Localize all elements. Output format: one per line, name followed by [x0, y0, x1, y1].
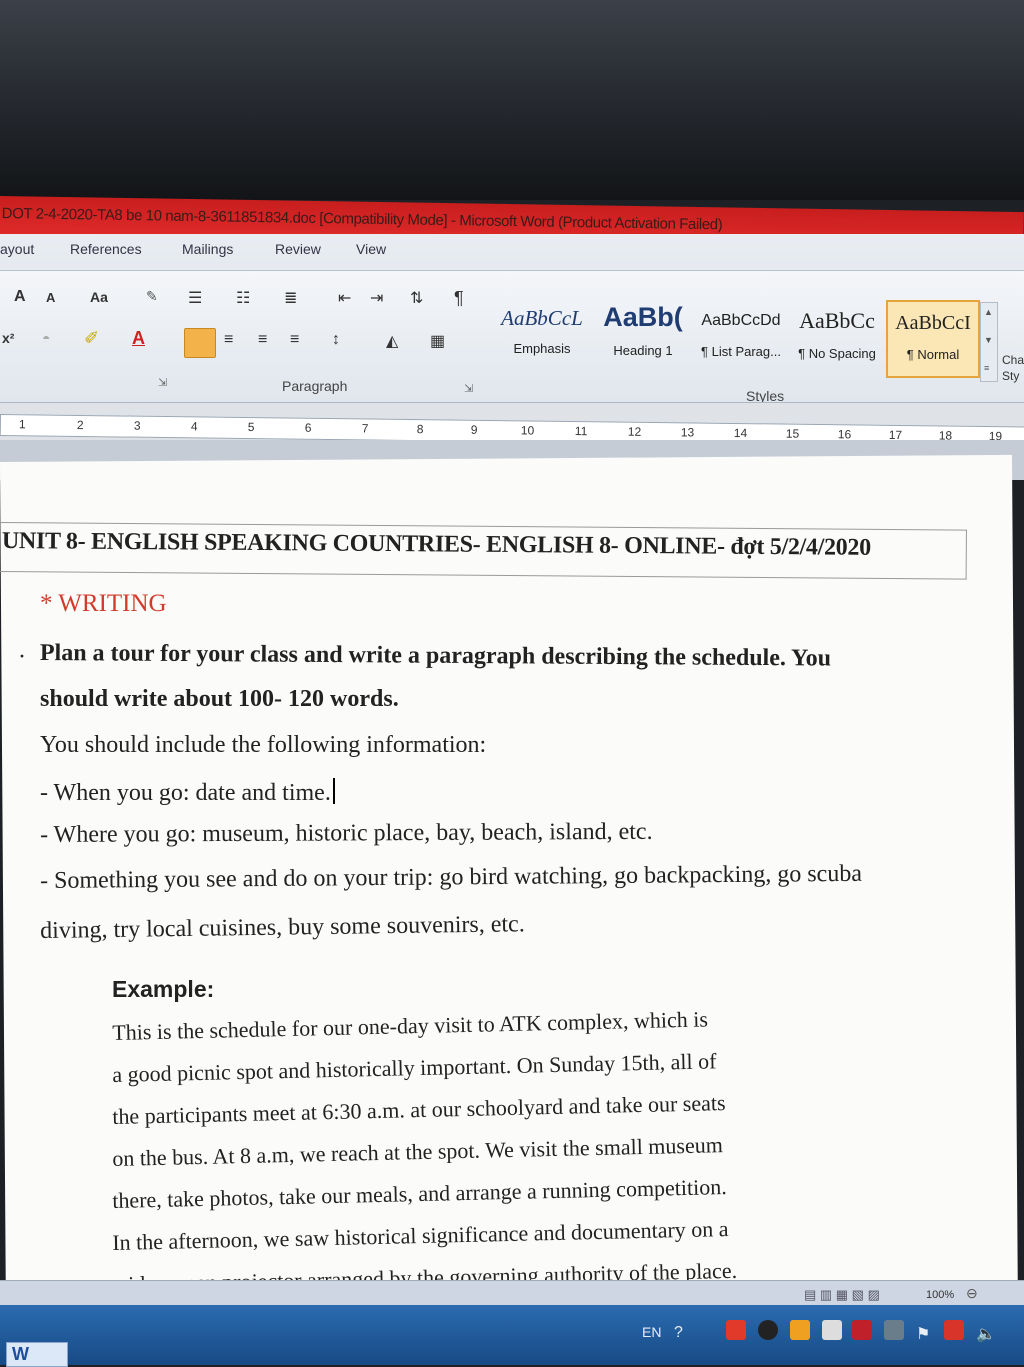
ruler-tick: 7 — [361, 421, 369, 436]
ruler-tick: 13 — [680, 425, 695, 440]
paragraph-dialog-launcher-icon[interactable]: ⇲ — [464, 382, 473, 395]
tab-references[interactable]: References — [70, 241, 142, 257]
style-emphasis[interactable]: AaBbCcL Emphasis — [494, 300, 590, 378]
multilevel-list-icon[interactable]: ≣ — [284, 288, 297, 308]
app-tray-icon[interactable] — [822, 1320, 842, 1340]
style-no-spacing-sample: AaBbCc — [799, 308, 875, 333]
bullet-dot: · — [18, 644, 26, 670]
task-line-2: should write about 100- 120 words. — [40, 686, 399, 712]
superscript-icon[interactable]: x² — [2, 330, 14, 346]
app-tray-icon[interactable] — [726, 1320, 746, 1340]
decrease-indent-icon[interactable]: ⇤ — [338, 288, 351, 308]
style-normal[interactable]: AaBbCcI ¶ Normal — [886, 300, 980, 378]
grow-font-button[interactable]: A — [14, 288, 26, 306]
style-heading-1[interactable]: AaBb( Heading 1 — [596, 300, 690, 378]
app-tray-icon[interactable] — [852, 1320, 872, 1340]
change-case-button[interactable]: Aa — [90, 289, 108, 305]
flag-icon[interactable]: ⚑ — [916, 1324, 930, 1344]
tab-view[interactable]: View — [356, 241, 386, 257]
text-cursor — [332, 778, 335, 804]
font-dialog-launcher-icon[interactable]: ⇲ — [158, 376, 167, 389]
bullet-when-line: - When you go: date and time. — [40, 778, 335, 807]
align-left-button[interactable] — [184, 328, 216, 358]
ruler-tick: 6 — [304, 420, 312, 435]
task-line-1: Plan a tour for your class and write a p… — [39, 640, 832, 672]
style-heading-1-sample: AaBb( — [603, 302, 683, 332]
font-color-icon[interactable]: A — [132, 328, 145, 349]
zoom-out-icon[interactable]: ⊖ — [966, 1285, 978, 1302]
view-buttons-icon[interactable]: ▤ ▥ ▦ ▧ ▨ — [804, 1287, 880, 1303]
ruler-tick: 5 — [247, 420, 255, 435]
style-list-paragraph-name: ¶ List Parag... — [701, 344, 781, 359]
language-indicator[interactable]: EN — [642, 1324, 661, 1340]
change-styles-button[interactable]: Cha Sty — [1002, 352, 1024, 384]
chevron-down-icon[interactable]: ▼ — [984, 335, 993, 345]
align-center-icon[interactable]: ≡ — [224, 331, 233, 349]
window-title: DOT 2-4-2020-TA8 be 10 nam-8-3611851834.… — [1, 205, 723, 234]
more-styles-icon[interactable]: ≡ — [984, 363, 989, 373]
ruler-tick: 1 — [18, 417, 26, 432]
bullet-when: - When you go: date and time. — [40, 780, 331, 806]
tab-mailings[interactable]: Mailings — [182, 241, 233, 257]
monitor-bezel — [0, 0, 1024, 200]
sort-icon[interactable]: ⇅ — [410, 288, 423, 308]
style-heading-1-name: Heading 1 — [613, 343, 673, 358]
shrink-font-button[interactable]: A — [46, 290, 55, 305]
style-no-spacing-name: ¶ No Spacing — [798, 346, 876, 361]
bullets-icon[interactable]: ☰ — [188, 288, 202, 308]
style-no-spacing[interactable]: AaBbCc ¶ No Spacing — [790, 300, 884, 378]
ruler-tick: 3 — [133, 418, 141, 433]
ruler-tick: 9 — [470, 422, 478, 437]
ribbon-tabs: ayout References Mailings Review View — [0, 236, 1024, 266]
style-emphasis-sample: AaBbCcL — [501, 306, 583, 330]
align-right-icon[interactable]: ≡ — [258, 331, 267, 349]
ruler-tick: 4 — [190, 419, 198, 434]
ruler-tick: 11 — [574, 424, 588, 439]
text-effects-icon[interactable]: ◓ — [42, 330, 50, 346]
highlight-color-icon[interactable]: ✐ — [84, 328, 99, 349]
ruler-tick: 2 — [76, 417, 84, 433]
borders-icon[interactable]: ▦ — [430, 331, 445, 351]
increase-indent-icon[interactable]: ⇥ — [370, 288, 383, 308]
clear-format-icon[interactable]: ✎ — [146, 288, 158, 305]
style-list-paragraph-sample: AaBbCcDd — [701, 312, 781, 329]
app-tray-icon[interactable] — [790, 1320, 810, 1340]
style-list-paragraph[interactable]: AaBbCcDd ¶ List Parag... — [694, 300, 788, 378]
style-normal-name: ¶ Normal — [906, 347, 960, 362]
paragraph-group-label: Paragraph — [282, 378, 348, 394]
help-icon[interactable]: ? — [674, 1324, 683, 1342]
styles-scroll[interactable]: ▲ ▼ ≡ — [980, 302, 998, 382]
shading-icon[interactable]: ◭ — [386, 331, 398, 351]
app-tray-icon[interactable] — [884, 1320, 904, 1340]
style-emphasis-name: Emphasis — [513, 341, 571, 356]
volume-icon[interactable]: 🔈 — [976, 1324, 996, 1344]
ruler-tick: 12 — [627, 424, 642, 439]
style-normal-sample: AaBbCcI — [895, 312, 971, 334]
info-intro: You should include the following informa… — [40, 732, 487, 758]
ruler-tick: 8 — [416, 422, 424, 437]
bullet-where: - Where you go: museum, historic place, … — [40, 818, 653, 848]
tab-layout[interactable]: ayout — [0, 241, 34, 257]
line-spacing-icon[interactable]: ↕ — [332, 331, 340, 349]
ruler-tick: 10 — [520, 423, 535, 438]
app-tray-icon[interactable] — [944, 1320, 964, 1340]
show-paragraph-marks-icon[interactable]: ¶ — [454, 288, 464, 309]
ruler-tick: 15 — [785, 426, 800, 441]
justify-icon[interactable]: ≡ — [290, 331, 299, 349]
zoom-level[interactable]: 100% — [926, 1289, 954, 1301]
ruler-tick: 14 — [733, 425, 748, 441]
numbering-icon[interactable]: ☷ — [236, 288, 250, 308]
app-tray-icon[interactable] — [758, 1320, 778, 1340]
chevron-up-icon[interactable]: ▲ — [984, 307, 993, 317]
tab-review[interactable]: Review — [275, 241, 321, 257]
section-title: * WRITING — [40, 590, 167, 617]
word-app-icon: W — [12, 1344, 29, 1364]
example-title: Example: — [112, 976, 215, 1002]
